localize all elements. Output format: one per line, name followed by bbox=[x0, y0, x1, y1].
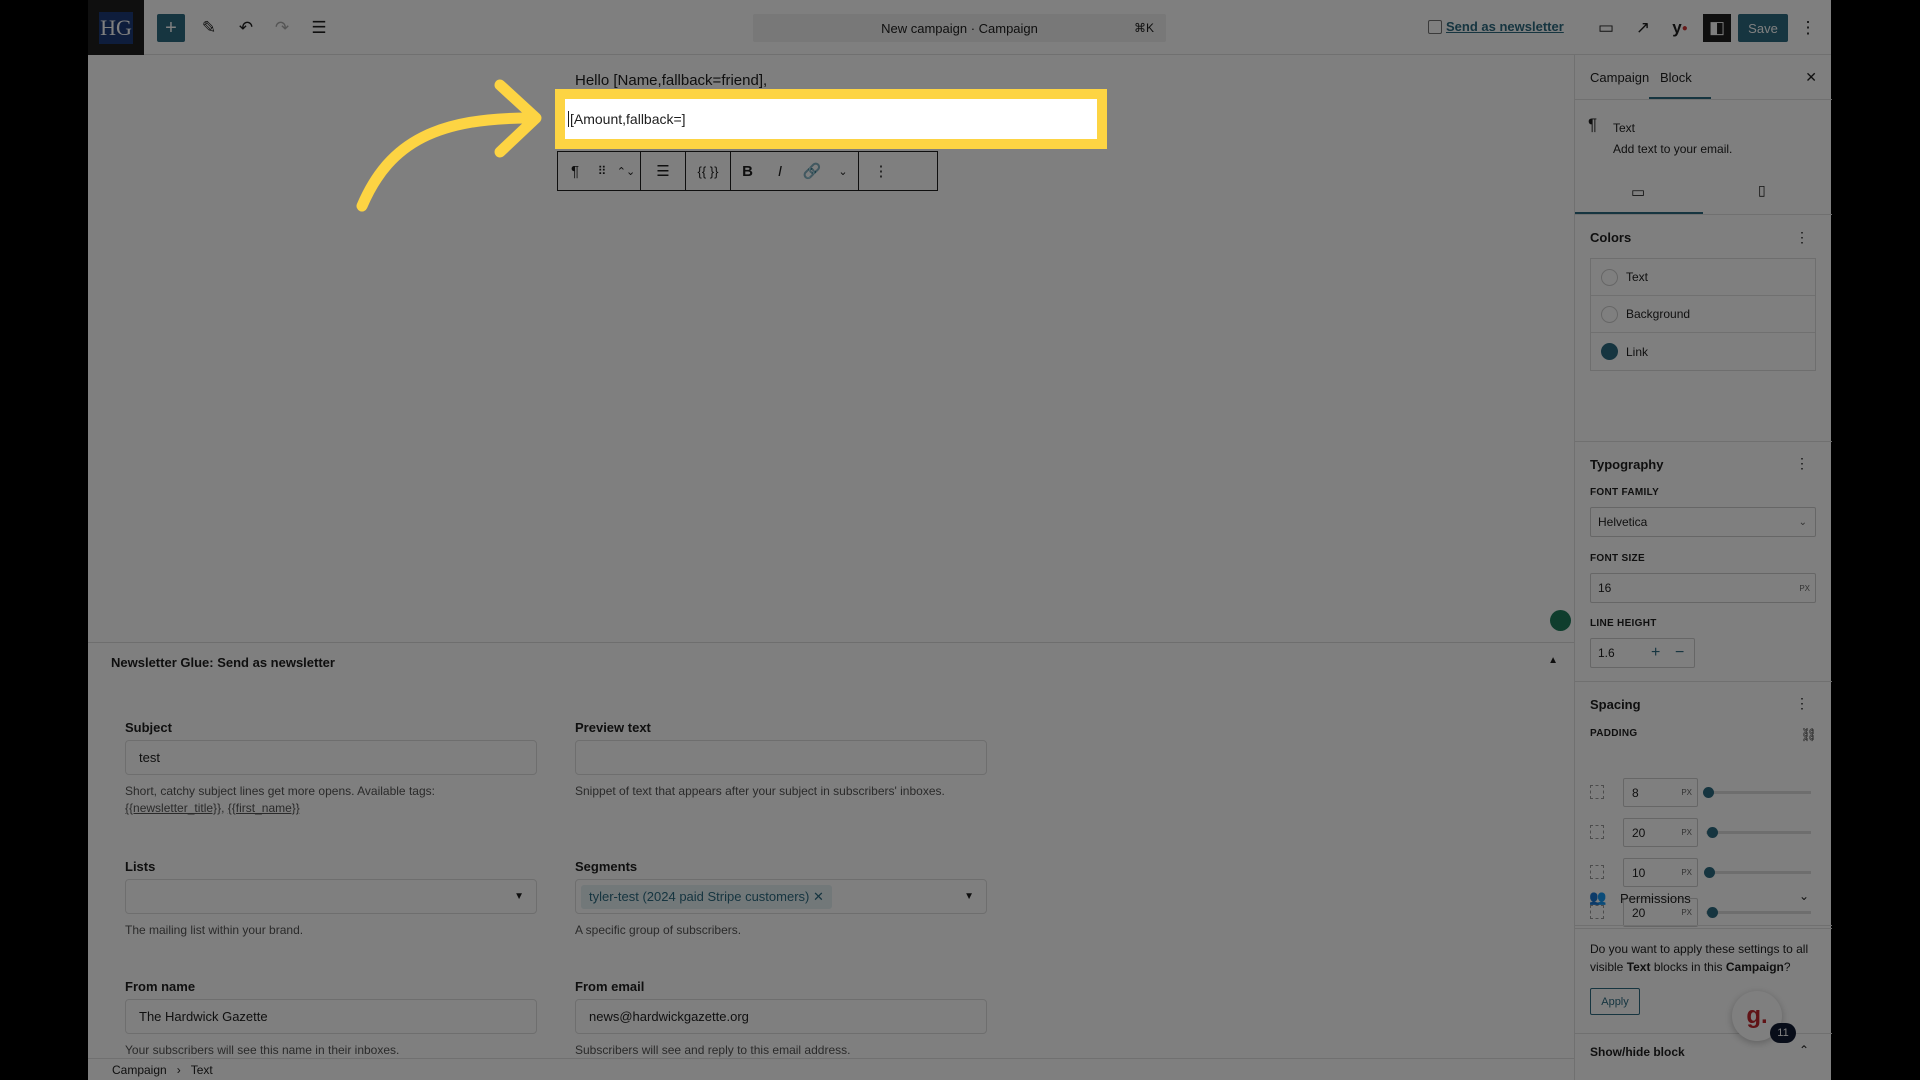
annotation-arrow-icon bbox=[356, 79, 542, 212]
